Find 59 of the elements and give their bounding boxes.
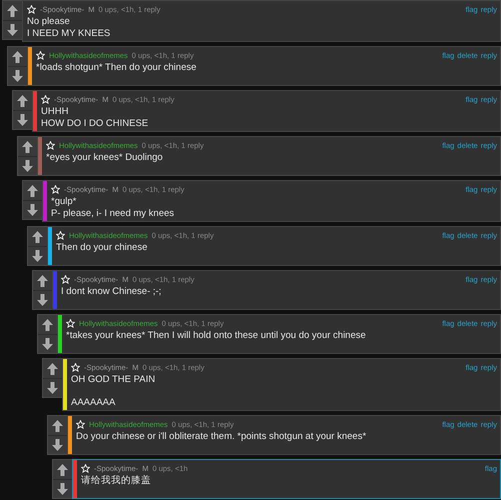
downvote-button[interactable]: [38, 334, 57, 353]
up-arrow-icon: [57, 464, 68, 476]
up-arrow-icon: [42, 318, 53, 330]
up-arrow-icon: [37, 274, 48, 286]
star-icon[interactable]: [41, 95, 50, 104]
star-icon[interactable]: [66, 319, 75, 328]
downvote-button[interactable]: [28, 246, 47, 265]
downvote-button[interactable]: [23, 200, 42, 219]
down-arrow-icon: [32, 250, 43, 262]
comment-text: 请给我我的膝盖: [81, 475, 152, 486]
comment-text: AAAAAAA: [71, 396, 116, 408]
up-arrow-icon: [52, 420, 63, 432]
up-arrow-icon: [47, 362, 58, 374]
comment-text: *gulp*: [51, 196, 78, 208]
star-icon[interactable]: [61, 275, 70, 284]
up-arrow-icon: [7, 4, 18, 16]
up-arrow-icon: [17, 94, 28, 106]
star-icon[interactable]: [51, 185, 60, 194]
downvote-button[interactable]: [48, 435, 67, 454]
down-arrow-icon: [52, 439, 63, 451]
downvote-button[interactable]: [53, 479, 72, 498]
comment-text: Do your chinese or i'll obliterate them. *points shotgun at your knees*: [76, 431, 368, 442]
star-icon[interactable]: [81, 464, 90, 473]
down-arrow-icon: [27, 204, 38, 216]
up-arrow-icon: [12, 50, 23, 62]
comment-text: P- please, i- I need my knees: [51, 208, 176, 219]
downvote-button[interactable]: [8, 66, 27, 85]
down-arrow-icon: [47, 382, 58, 394]
comment-text: HOW DO I DO CHINESE: [41, 118, 150, 129]
up-arrow-icon: [22, 140, 33, 152]
star-icon[interactable]: [36, 51, 45, 60]
down-arrow-icon: [42, 338, 53, 350]
down-arrow-icon: [57, 483, 68, 495]
downvote-button[interactable]: [3, 20, 22, 39]
comment-text: I NEED MY KNEES: [27, 28, 112, 39]
comment-text: OH GOD THE PAIN: [71, 374, 156, 386]
comment-text: I dont know Chinese- ;-;: [61, 286, 162, 298]
comment-text: *loads shotgun* Then do your chinese: [36, 62, 198, 74]
comment-text: *eyes your knees* Duolingo: [46, 152, 164, 164]
downvote-button[interactable]: [33, 290, 52, 309]
star-icon[interactable]: [46, 141, 55, 150]
down-arrow-icon: [7, 24, 18, 36]
star-icon[interactable]: [56, 231, 65, 240]
downvote-button[interactable]: [13, 110, 32, 129]
up-arrow-icon: [32, 230, 43, 242]
comment-text: UHHH: [41, 106, 70, 118]
down-arrow-icon: [37, 294, 48, 306]
comment-text: No please: [27, 16, 71, 28]
star-icon[interactable]: [71, 363, 80, 372]
comment-text: Then do your chinese: [56, 242, 148, 254]
star-icon[interactable]: [76, 420, 85, 429]
up-arrow-icon: [27, 184, 38, 196]
comment-text: *takes your knees* Then I will hold onto these until you do your chinese: [66, 330, 367, 342]
star-icon[interactable]: [27, 5, 36, 14]
downvote-button[interactable]: [43, 378, 62, 397]
down-arrow-icon: [12, 70, 23, 82]
down-arrow-icon: [17, 114, 28, 126]
downvote-button[interactable]: [18, 156, 37, 175]
down-arrow-icon: [22, 160, 33, 172]
